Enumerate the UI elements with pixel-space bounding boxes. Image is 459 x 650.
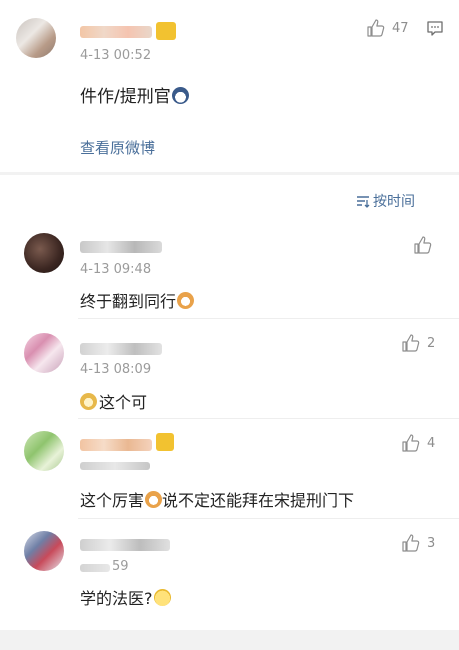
comment-item: 4-13 09:48 终于翻到同行	[0, 223, 459, 319]
comment-text: 这个厉害 说不定还能拜在宋提刑门下	[80, 487, 354, 511]
comment-item: 4-13 08:09 2 这个可	[0, 319, 459, 419]
comment-text-part-1: 这个厉害	[80, 491, 145, 510]
comment-text: 终于翻到同行	[80, 288, 195, 312]
commenter-avatar[interactable]	[24, 531, 64, 571]
husky-emoji-icon	[171, 87, 189, 104]
thumbs-up-icon	[402, 534, 420, 552]
sort-toggle[interactable]: 按时间	[356, 191, 415, 211]
cat-emoji-icon	[145, 491, 163, 508]
comment-timestamp: 59	[112, 559, 129, 574]
comment-icon[interactable]	[426, 20, 444, 42]
thumbs-up-icon	[402, 334, 420, 352]
comment-text-content: 学的法医?	[80, 589, 153, 608]
view-original-link[interactable]: 查看原微博	[80, 137, 155, 158]
commenter-avatar[interactable]	[24, 233, 64, 273]
thumbs-up-icon	[414, 236, 432, 254]
thumbs-up-icon	[402, 434, 420, 452]
post-timestamp: 4-13 00:52	[80, 48, 152, 63]
sort-icon	[357, 196, 370, 208]
commenter-name[interactable]	[80, 343, 162, 355]
comment-sort-bar: 按时间	[0, 175, 459, 223]
comment-list: 4-13 09:48 终于翻到同行 4-13 08:09 2 这个可 4 这个厉…	[0, 223, 459, 630]
comment-item: 4 这个厉害 说不定还能拜在宋提刑门下	[0, 419, 459, 519]
comment-item: 59 3 学的法医?	[0, 519, 459, 619]
comment-timestamp: 4-13 09:48	[80, 262, 152, 277]
cat-emoji-icon	[177, 292, 195, 309]
comment-text: 这个可	[80, 389, 147, 413]
commenter-name[interactable]	[80, 439, 152, 451]
vip-badge-icon	[156, 433, 174, 451]
laughing-emoji-icon	[153, 589, 171, 606]
comment-like-button[interactable]: 3	[401, 533, 435, 553]
comment-text-part-2: 说不定还能拜在宋提刑门下	[162, 491, 355, 510]
post-author-avatar[interactable]	[16, 18, 56, 58]
comment-timestamp: 4-13 08:09	[80, 362, 152, 377]
comment-text-content: 这个可	[99, 393, 148, 412]
sort-label: 按时间	[373, 194, 415, 210]
comment-like-count: 2	[427, 335, 436, 351]
thumbs-up-icon	[367, 19, 385, 37]
doge-emoji-icon	[80, 393, 97, 410]
original-post-card: 4-13 00:52 47 件作/提刑官 查看原微博	[0, 0, 459, 172]
post-author-name[interactable]	[80, 26, 152, 38]
vip-badge-icon	[156, 22, 176, 40]
commenter-name[interactable]	[80, 241, 162, 253]
comment-like-count: 3	[427, 535, 436, 551]
comment-like-count: 4	[427, 435, 436, 451]
commenter-name[interactable]	[80, 539, 170, 551]
comment-timestamp-blurred	[80, 462, 150, 470]
comment-like-button[interactable]: 4	[401, 433, 435, 453]
comment-text: 学的法医?	[80, 585, 171, 609]
comment-like-button[interactable]	[413, 235, 439, 255]
comment-timestamp-blurred	[80, 564, 110, 572]
commenter-avatar[interactable]	[24, 431, 64, 471]
post-text-content: 件作/提刑官	[80, 87, 171, 107]
post-like-button[interactable]: 47	[366, 18, 409, 38]
comment-text-content: 终于翻到同行	[80, 292, 177, 311]
comment-like-button[interactable]: 2	[401, 333, 435, 353]
post-text: 件作/提刑官	[80, 82, 189, 107]
post-like-count: 47	[392, 20, 409, 36]
commenter-avatar[interactable]	[24, 333, 64, 373]
